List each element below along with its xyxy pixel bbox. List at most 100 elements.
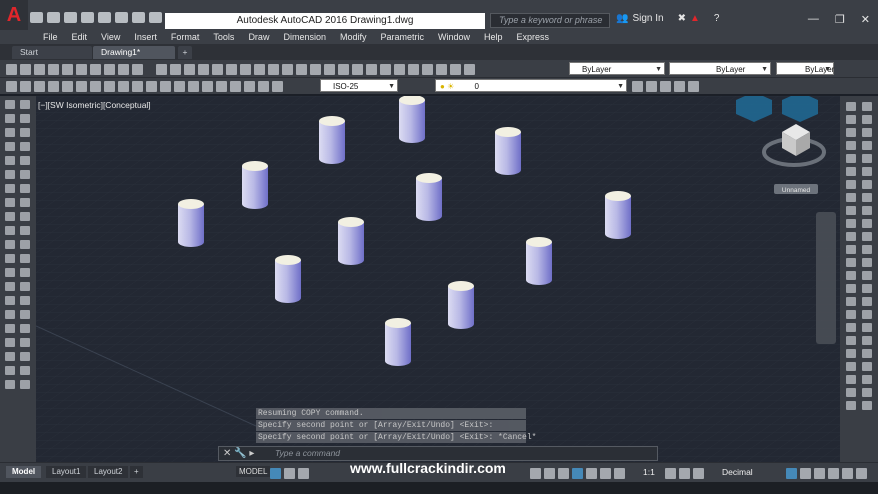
cylinder-solid[interactable] [338,217,364,265]
ne-iso-icon[interactable] [862,206,872,215]
tab-drawing1[interactable]: Drawing1* [93,46,175,59]
cylinder-solid[interactable] [178,199,204,247]
command-input[interactable]: Type a command [275,448,340,458]
subtract-icon[interactable] [846,271,856,280]
section-icon[interactable] [846,323,856,332]
restore-button[interactable]: ❐ [835,13,845,26]
3d-print-icon[interactable] [240,64,251,75]
slice-icon[interactable] [846,310,856,319]
add-selected-icon[interactable] [5,380,15,389]
stretch-icon[interactable] [20,212,30,221]
point-icon[interactable] [5,282,15,291]
cylinder-solid[interactable] [605,191,631,239]
scale-icon[interactable] [20,198,30,207]
join-icon[interactable] [20,282,30,291]
isolate-icon[interactable] [814,468,825,479]
render-icon[interactable] [846,349,856,358]
linear-dim-icon[interactable] [6,81,17,92]
menu-file[interactable]: File [36,32,65,42]
menu-modify[interactable]: Modify [333,32,374,42]
settings-gear-icon[interactable] [665,468,676,479]
menu-view[interactable]: View [94,32,127,42]
cylinder-solid[interactable] [495,127,521,175]
extend-icon[interactable] [20,240,30,249]
nw-iso-icon[interactable] [862,219,872,228]
minimize-button[interactable]: — [808,13,819,26]
autocad-logo-button[interactable]: A [0,0,28,30]
menu-express[interactable]: Express [510,32,557,42]
text-style-icon[interactable] [20,352,30,361]
undo-icon[interactable] [115,12,128,23]
quick-properties-icon[interactable] [786,468,797,479]
block-editor-icon[interactable] [310,64,321,75]
view-icon[interactable] [846,115,856,124]
paste-icon[interactable] [282,64,293,75]
units-display[interactable]: Decimal [722,467,753,477]
zoom-window-icon[interactable] [6,64,17,75]
ucs-icon[interactable] [846,102,856,111]
dim-edit-icon[interactable] [244,81,255,92]
region-icon[interactable] [5,324,15,333]
realistic-icon[interactable] [862,258,872,267]
zoom-all-icon[interactable] [104,64,115,75]
polyline-icon[interactable] [5,128,15,137]
right-view-icon[interactable] [862,141,872,150]
lock-ui-icon[interactable] [800,468,811,479]
zoom-scale-icon[interactable] [34,64,45,75]
transparency-icon[interactable] [600,468,611,479]
zoom-extents-icon[interactable] [118,64,129,75]
wedge-icon[interactable] [846,180,856,189]
rotate-icon[interactable] [20,184,30,193]
revcloud-icon[interactable] [5,198,15,207]
preview-icon[interactable] [212,64,223,75]
copy-icon[interactable] [268,64,279,75]
break-icon[interactable] [174,81,185,92]
menu-window[interactable]: Window [431,32,477,42]
move-icon[interactable] [20,170,30,179]
match-properties-icon[interactable] [296,64,307,75]
layout-tab-layout2[interactable]: Layout2 [88,466,129,478]
blend-icon[interactable] [20,324,30,333]
distance-icon[interactable] [862,375,872,384]
break-icon[interactable] [20,268,30,277]
mtext-icon[interactable] [5,366,15,375]
bottom-view-icon[interactable] [862,115,872,124]
workspace-icon[interactable] [693,468,704,479]
menu-dimension[interactable]: Dimension [276,32,333,42]
add-layout-button[interactable]: + [130,466,143,478]
layout-tab-model[interactable]: Model [6,466,42,478]
gradient-icon[interactable] [5,310,15,319]
top-view-icon[interactable] [862,102,872,111]
chamfer-icon[interactable] [20,296,30,305]
layer-iso-icon[interactable] [674,81,685,92]
zoom-out-icon[interactable] [90,64,101,75]
redo-icon[interactable] [132,12,145,23]
edges-icon[interactable] [862,297,872,306]
box-icon[interactable] [846,128,856,137]
construction-line-icon[interactable] [5,114,15,123]
help-icon[interactable]: ? [714,13,720,24]
polygon-icon[interactable] [5,142,15,151]
layer-previous-icon[interactable] [632,81,643,92]
clean-screen-icon[interactable] [842,468,853,479]
arc-length-icon[interactable] [34,81,45,92]
angular-icon[interactable] [104,81,115,92]
cylinder-solid[interactable] [526,237,552,285]
jogged-icon[interactable] [76,81,87,92]
menu-draw[interactable]: Draw [241,32,276,42]
center-mark-icon[interactable] [202,81,213,92]
circle-icon[interactable] [5,184,15,193]
break-at-point-icon[interactable] [20,254,30,263]
qat-dropdown-icon[interactable] [149,12,162,23]
dim-update-icon[interactable] [272,81,283,92]
menu-insert[interactable]: Insert [127,32,164,42]
continue-icon[interactable] [146,81,157,92]
erase-icon[interactable] [20,100,30,109]
space-icon[interactable] [160,81,171,92]
zoom-object-icon[interactable] [62,64,73,75]
dim-style-control[interactable]: ISO-25 ▼ [320,79,398,92]
plus-icon[interactable] [679,468,690,479]
redo-icon[interactable] [338,64,349,75]
xray-icon[interactable] [862,310,872,319]
make-block-icon[interactable] [5,268,15,277]
